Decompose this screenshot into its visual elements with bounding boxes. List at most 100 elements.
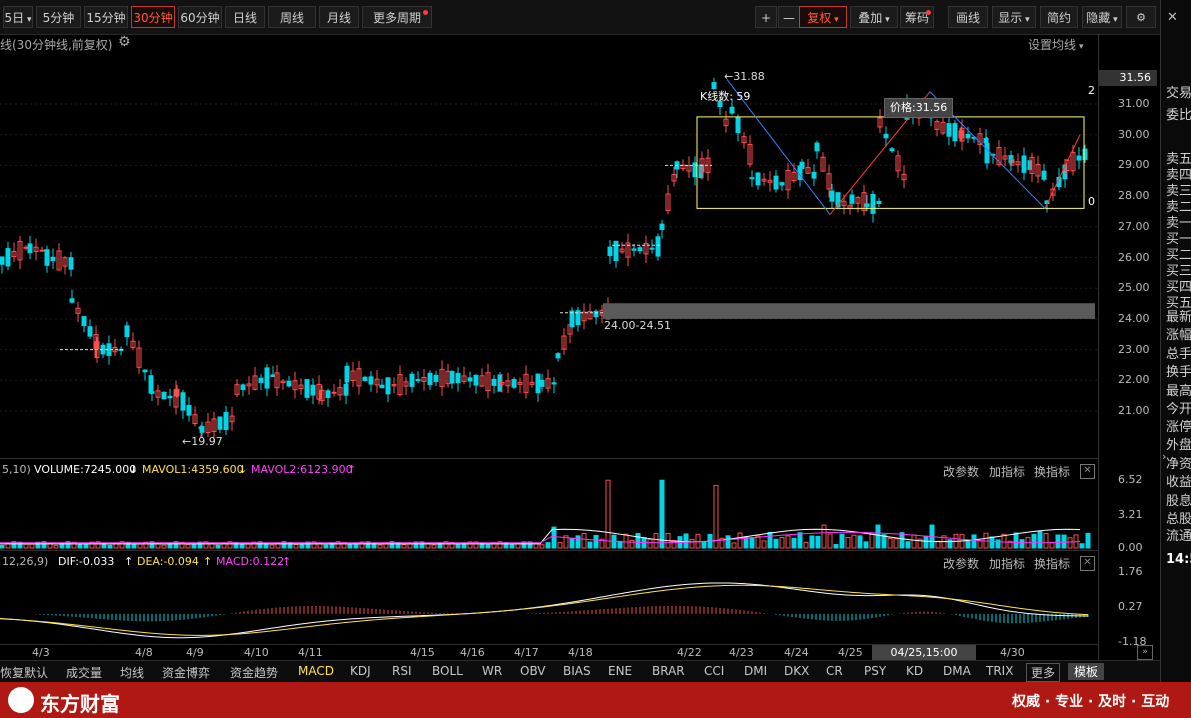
candle-body	[467, 377, 473, 382]
period-button-8[interactable]: 更多周期	[362, 6, 432, 28]
candle-body	[649, 247, 655, 250]
candle-body	[368, 376, 374, 385]
period-button-4[interactable]: 60分钟	[178, 6, 222, 28]
period-button-6[interactable]: 周线	[268, 6, 316, 28]
volume-bar	[29, 543, 35, 549]
arrow-up-icon: ↑	[203, 555, 213, 568]
volume-bar	[1049, 542, 1055, 549]
tab-11[interactable]: BIAS	[563, 664, 591, 678]
volume-bar	[1031, 533, 1037, 549]
tab-21[interactable]: TRIX	[986, 664, 1013, 678]
volume-bar	[887, 537, 893, 549]
volume-bar	[239, 543, 245, 549]
period-button-0[interactable]: 5日 ▾	[3, 6, 33, 28]
toolbar-button-5[interactable]: 画线	[948, 6, 988, 28]
chart-title: (30分钟线,前复权)	[12, 38, 113, 52]
price-tick: 29.00	[1118, 158, 1150, 172]
volume-bar	[647, 538, 653, 549]
toolbar-button-0[interactable]: +	[755, 6, 777, 28]
candle-body	[286, 380, 292, 387]
toolbar-button-4[interactable]: 筹码	[900, 6, 934, 28]
toolbar-button-3[interactable]: 叠加 ▾	[850, 6, 898, 28]
toolbar-button-7[interactable]: 简约	[1040, 6, 1078, 28]
toolbar-button-1[interactable]: —	[778, 6, 800, 28]
tab-16[interactable]: DKX	[784, 664, 809, 678]
scroll-right-icon[interactable]: »	[1137, 645, 1153, 660]
tab-20[interactable]: DMA	[943, 664, 971, 678]
volume-divider	[0, 458, 1098, 459]
period-button-5[interactable]: 日线	[225, 6, 265, 28]
quote-close-icon[interactable]: ✕	[1167, 10, 1178, 25]
volume-close-icon[interactable]: ✕	[1080, 464, 1095, 479]
tab-12[interactable]: ENE	[608, 664, 632, 678]
arrow-up-icon: ↑	[282, 555, 292, 568]
period-button-2[interactable]: 15分钟	[84, 6, 128, 28]
candle-body	[773, 175, 779, 190]
candle-body	[631, 248, 637, 251]
macd-chart	[0, 582, 1089, 639]
candle-body	[415, 379, 421, 382]
volume-bar	[731, 542, 737, 549]
tab-13[interactable]: BRAR	[652, 664, 685, 678]
chevron-down-icon: ▾	[24, 15, 32, 25]
tab-1[interactable]: 成交量	[66, 664, 102, 681]
candle-body	[613, 240, 619, 262]
tab-17[interactable]: CR	[826, 664, 843, 678]
price-tick: 23.00	[1118, 342, 1150, 356]
macd-params: 12,26,9)	[2, 555, 49, 568]
price-tick: 21.00	[1118, 404, 1150, 417]
volume-bar	[455, 544, 461, 549]
tab-6[interactable]: KDJ	[350, 664, 371, 678]
candle-body	[199, 426, 205, 433]
candle-body	[729, 106, 735, 114]
volume-panel-header: 5,10) VOLUME:7245.000 ↓ MAVOL1:4359.600 …	[0, 460, 1098, 480]
slogan: 权威 · 专业 · 及时 · 互动	[1012, 694, 1170, 710]
tab-7[interactable]: RSI	[392, 664, 412, 678]
tab-0[interactable]: 恢复默认	[0, 664, 48, 681]
volume-bar	[605, 479, 611, 549]
price-tick: 26.00	[1118, 250, 1150, 264]
toolbar-button-6[interactable]: 显示 ▾	[992, 6, 1036, 28]
toolbar-button-8[interactable]: 隐藏 ▾	[1082, 6, 1122, 28]
tab-3[interactable]: 资金博弈	[162, 664, 210, 681]
tab-23[interactable]: 模板	[1068, 663, 1105, 680]
volume-bar	[1067, 537, 1073, 549]
tab-10[interactable]: OBV	[520, 664, 546, 678]
candle-body	[69, 298, 75, 303]
tab-5[interactable]: MACD	[298, 664, 334, 678]
candle-body	[511, 378, 517, 388]
tab-4[interactable]: 资金趋势	[230, 664, 278, 681]
volume-bar	[947, 539, 953, 549]
tab-9[interactable]: WR	[482, 664, 502, 678]
toolbar-gear-icon[interactable]: ⚙	[1126, 6, 1156, 28]
mavol1-value: MAVOL1:4359.600	[142, 463, 244, 476]
macd-close-icon[interactable]: ✕	[1080, 556, 1095, 571]
volume-bar	[107, 544, 113, 549]
kline-count-label: K线数: 59	[700, 90, 751, 103]
candle-body	[44, 249, 50, 266]
period-button-7[interactable]: 月线	[319, 6, 359, 28]
time-tick: 4/25	[838, 646, 863, 659]
candle-body	[5, 248, 11, 267]
set-ma-button[interactable]: 设置均线 ▾	[1028, 36, 1084, 53]
quote-panel: ✕ › 交易 委比 卖五 卖四 卖三 卖二 卖一 买一 买二 买三 买四 买五 最新 涨幅 总手 换手 最高 今开…	[1160, 0, 1191, 682]
volume-bar	[1037, 530, 1043, 549]
period-button-1[interactable]: 5分钟	[36, 6, 81, 28]
quote-label-18: 涨停	[1166, 420, 1191, 435]
box-bottom-label: 0	[1088, 195, 1095, 208]
gear-icon[interactable]: ⚙	[118, 34, 131, 50]
toolbar-button-2[interactable]: 复权 ▾	[799, 6, 847, 28]
price-tick: 27.00	[1118, 219, 1150, 233]
time-tick: 4/11	[298, 646, 323, 659]
tab-22[interactable]: 更多	[1026, 663, 1061, 682]
tab-15[interactable]: DMI	[744, 664, 767, 678]
tab-18[interactable]: PSY	[864, 664, 886, 678]
tab-8[interactable]: BOLL	[432, 664, 463, 678]
quote-label-14: 总手	[1166, 347, 1191, 362]
period-button-3[interactable]: 30分钟	[131, 6, 175, 28]
tab-19[interactable]: KD	[906, 664, 923, 678]
volume-bar	[683, 533, 689, 549]
candle-body	[409, 373, 415, 387]
tab-2[interactable]: 均线	[120, 664, 144, 681]
tab-14[interactable]: CCI	[704, 664, 724, 678]
